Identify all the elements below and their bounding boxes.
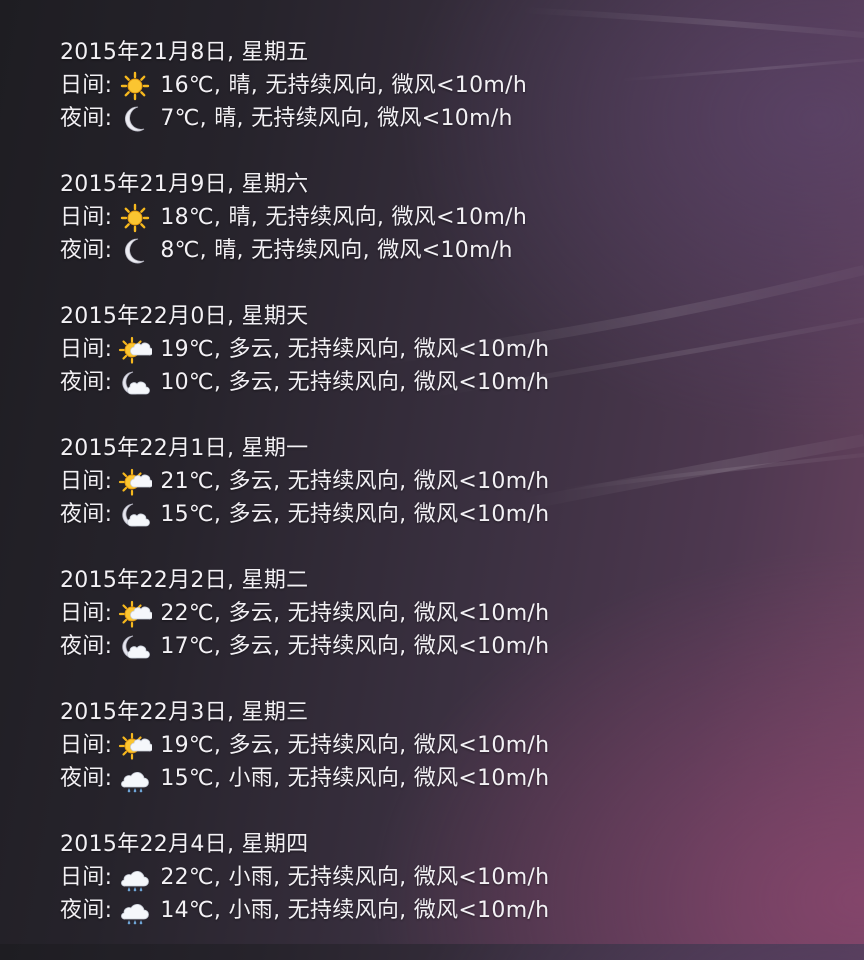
nighttime-row: 夜间: 14℃, 小雨, 无持续风向, 微风<10m/h [60, 894, 840, 927]
sun-cloud-icon [118, 731, 153, 761]
sun-cloud-icon [118, 599, 153, 629]
nighttime-weather-text: 15℃, 小雨, 无持续风向, 微风<10m/h [160, 766, 550, 791]
forecast-day: 2015年22月2日, 星期二 日间: 22℃, 多云, 无持续风向, 微风<1… [60, 564, 840, 663]
nighttime-weather-text: 7℃, 晴, 无持续风向, 微风<10m/h [160, 106, 513, 131]
forecast-day: 2015年22月1日, 星期一 日间: 21℃, 多云, 无持续风向, 微风<1… [60, 432, 840, 531]
sun-icon [118, 203, 152, 233]
daytime-weather-text: 19℃, 多云, 无持续风向, 微风<10m/h [160, 733, 550, 758]
nighttime-label: 夜间: [60, 766, 113, 791]
daytime-weather-text: 22℃, 小雨, 无持续风向, 微风<10m/h [160, 865, 550, 890]
daytime-row: 日间: 18℃, 晴, 无持续风向, 微风<10m/h [60, 201, 840, 234]
forecast-date: 2015年22月3日, 星期三 [60, 696, 840, 729]
nighttime-weather-text: 17℃, 多云, 无持续风向, 微风<10m/h [160, 634, 550, 659]
forecast-day: 2015年22月4日, 星期四 日间: 22℃, 小雨, 无持续风向, 微风<1… [60, 828, 840, 927]
nighttime-label: 夜间: [60, 898, 113, 923]
nighttime-row: 夜间: 17℃, 多云, 无持续风向, 微风<10m/h [60, 630, 840, 663]
forecast-date: 2015年22月4日, 星期四 [60, 828, 840, 861]
forecast-day: 2015年21月8日, 星期五 日间: 16℃, 晴, 无持续风向, 微风<10… [60, 36, 840, 135]
daytime-weather-text: 18℃, 晴, 无持续风向, 微风<10m/h [160, 205, 528, 230]
daytime-row: 日间: 22℃, 多云, 无持续风向, 微风<10m/h [60, 597, 840, 630]
forecast-date: 2015年22月2日, 星期二 [60, 564, 840, 597]
nighttime-label: 夜间: [60, 370, 113, 395]
nighttime-row: 夜间: 8℃, 晴, 无持续风向, 微风<10m/h [60, 234, 840, 267]
daytime-row: 日间: 19℃, 多云, 无持续风向, 微风<10m/h [60, 729, 840, 762]
forecast-date-text: 2015年21月9日, 星期六 [60, 172, 309, 197]
nighttime-weather-text: 15℃, 多云, 无持续风向, 微风<10m/h [160, 502, 550, 527]
forecast-day: 2015年22月0日, 星期天 日间: 19℃, 多云, 无持续风向, 微风<1… [60, 300, 840, 399]
nighttime-row: 夜间: 15℃, 小雨, 无持续风向, 微风<10m/h [60, 762, 840, 795]
daytime-weather-text: 22℃, 多云, 无持续风向, 微风<10m/h [160, 601, 550, 626]
sun-cloud-icon [118, 335, 153, 365]
daytime-label: 日间: [60, 73, 113, 98]
forecast-day: 2015年21月9日, 星期六 日间: 18℃, 晴, 无持续风向, 微风<10… [60, 168, 840, 267]
daytime-weather-text: 19℃, 多云, 无持续风向, 微风<10m/h [160, 337, 550, 362]
daytime-label: 日间: [60, 469, 113, 494]
nighttime-row: 夜间: 10℃, 多云, 无持续风向, 微风<10m/h [60, 366, 840, 399]
nighttime-label: 夜间: [60, 238, 113, 263]
daytime-label: 日间: [60, 601, 113, 626]
nighttime-weather-text: 10℃, 多云, 无持续风向, 微风<10m/h [160, 370, 550, 395]
nighttime-weather-text: 14℃, 小雨, 无持续风向, 微风<10m/h [160, 898, 550, 923]
daytime-row: 日间: 16℃, 晴, 无持续风向, 微风<10m/h [60, 69, 840, 102]
forecast-date-text: 2015年22月0日, 星期天 [60, 304, 309, 329]
daytime-row: 日间: 19℃, 多云, 无持续风向, 微风<10m/h [60, 333, 840, 366]
rain-cloud-icon [118, 863, 152, 893]
forecast-date: 2015年21月9日, 星期六 [60, 168, 840, 201]
weather-forecast-list: 2015年21月8日, 星期五 日间: 16℃, 晴, 无持续风向, 微风<10… [60, 36, 840, 960]
forecast-date-text: 2015年22月1日, 星期一 [60, 436, 309, 461]
nighttime-label: 夜间: [60, 106, 113, 131]
daytime-label: 日间: [60, 205, 113, 230]
moon-icon [118, 104, 152, 134]
nighttime-row: 夜间: 7℃, 晴, 无持续风向, 微风<10m/h [60, 102, 840, 135]
daytime-weather-text: 16℃, 晴, 无持续风向, 微风<10m/h [160, 73, 528, 98]
nighttime-label: 夜间: [60, 634, 113, 659]
forecast-date-text: 2015年22月3日, 星期三 [60, 700, 309, 725]
sun-icon [118, 71, 152, 101]
moon-cloud-icon [118, 500, 152, 530]
forecast-date-text: 2015年22月2日, 星期二 [60, 568, 309, 593]
daytime-weather-text: 21℃, 多云, 无持续风向, 微风<10m/h [160, 469, 550, 494]
moon-cloud-icon [118, 632, 152, 662]
moon-icon [118, 236, 152, 266]
nighttime-weather-text: 8℃, 晴, 无持续风向, 微风<10m/h [160, 238, 513, 263]
sun-cloud-icon [118, 467, 153, 497]
forecast-day: 2015年22月3日, 星期三 日间: 19℃, 多云, 无持续风向, 微风<1… [60, 696, 840, 795]
forecast-date: 2015年22月0日, 星期天 [60, 300, 840, 333]
forecast-date-text: 2015年21月8日, 星期五 [60, 40, 309, 65]
daytime-label: 日间: [60, 733, 113, 758]
nighttime-label: 夜间: [60, 502, 113, 527]
daytime-label: 日间: [60, 337, 113, 362]
daytime-row: 日间: 22℃, 小雨, 无持续风向, 微风<10m/h [60, 861, 840, 894]
rain-cloud-icon [118, 764, 152, 794]
rain-cloud-icon [118, 896, 152, 926]
forecast-date-text: 2015年22月4日, 星期四 [60, 832, 309, 857]
nighttime-row: 夜间: 15℃, 多云, 无持续风向, 微风<10m/h [60, 498, 840, 531]
daytime-label: 日间: [60, 865, 113, 890]
daytime-row: 日间: 21℃, 多云, 无持续风向, 微风<10m/h [60, 465, 840, 498]
moon-cloud-icon [118, 368, 152, 398]
forecast-date: 2015年22月1日, 星期一 [60, 432, 840, 465]
forecast-date: 2015年21月8日, 星期五 [60, 36, 840, 69]
